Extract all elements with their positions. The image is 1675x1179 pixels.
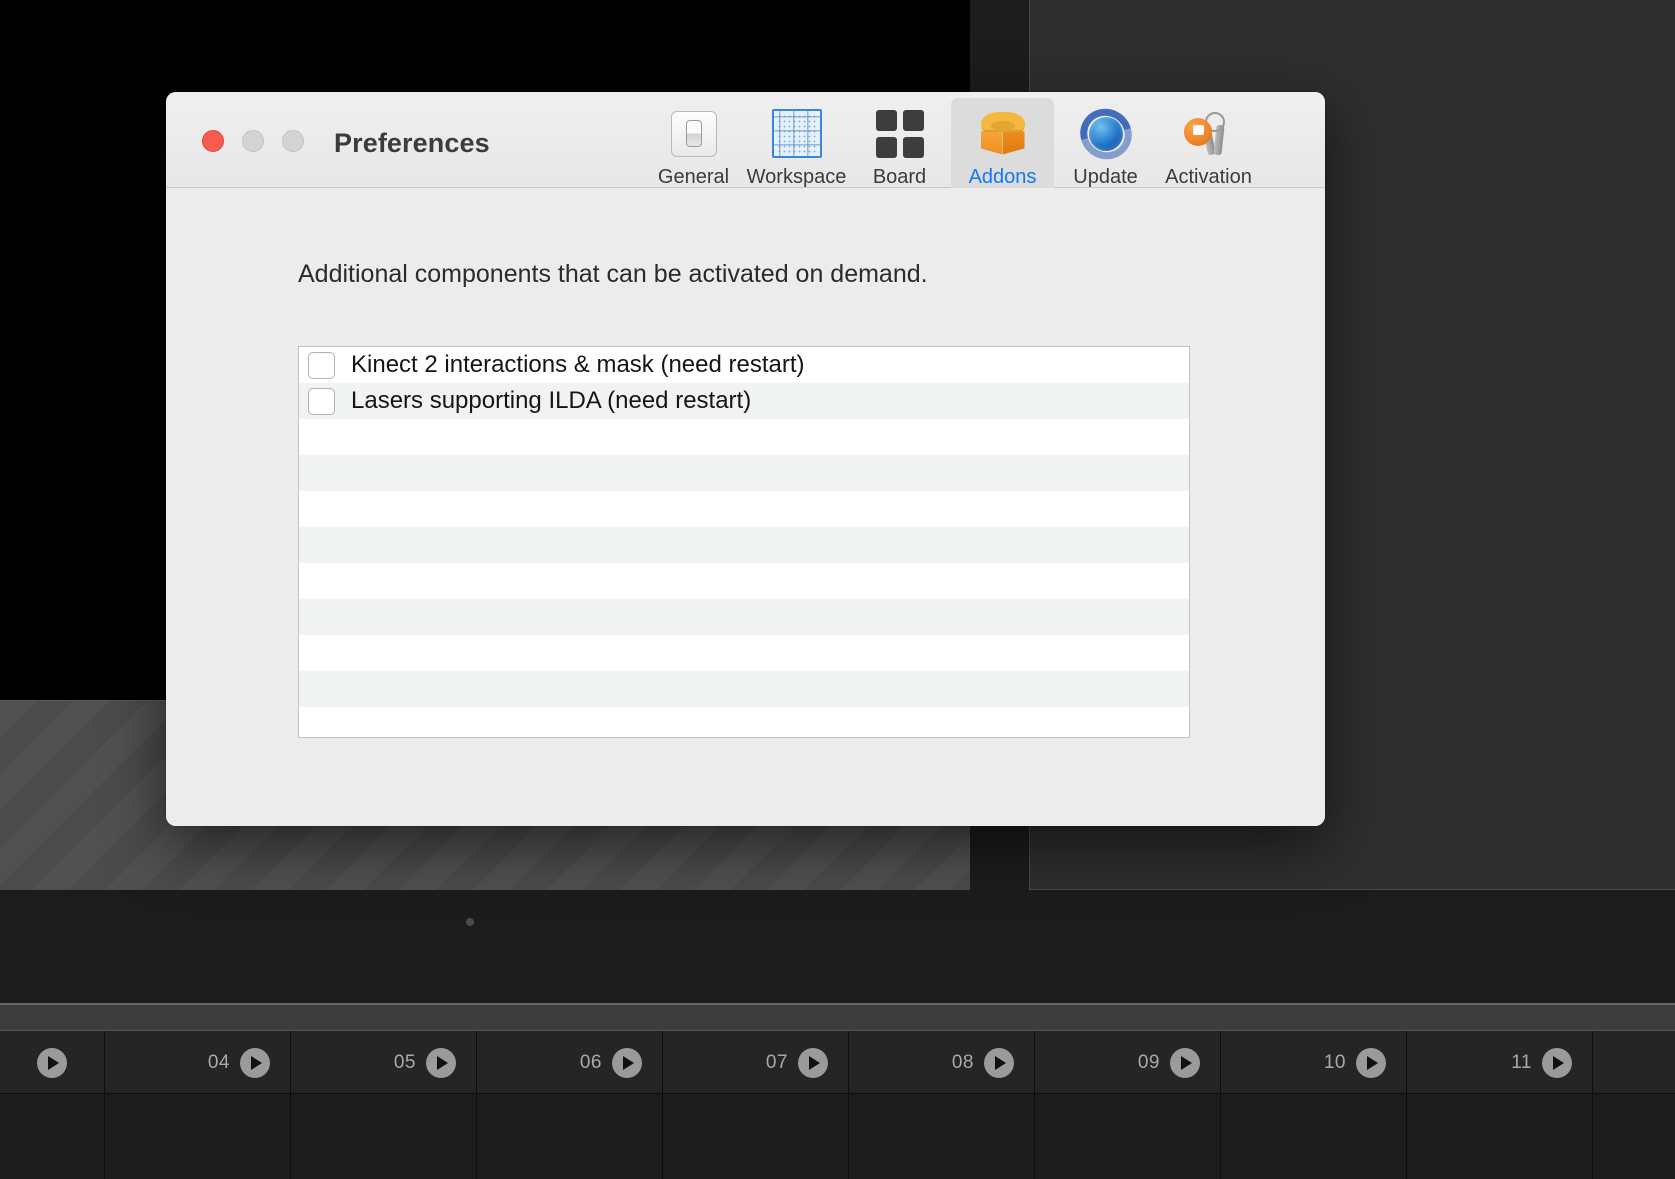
play-icon[interactable] [798, 1047, 828, 1078]
timeline-cell[interactable]: 04 [105, 1031, 291, 1094]
timeline-cell-number: 09 [1137, 1051, 1160, 1073]
timeline-cell[interactable]: 05 [291, 1031, 477, 1094]
addon-checkbox-lasers[interactable] [308, 387, 335, 415]
preferences-toolbar: General Workspace Board Addons Update Ac… [642, 98, 1260, 195]
play-icon[interactable] [426, 1047, 456, 1078]
timeline-cell-number: 06 [579, 1051, 602, 1073]
timeline-cell-number: 11 [1511, 1051, 1532, 1073]
timeline-lower-cell[interactable] [291, 1094, 477, 1179]
timeline-cell-number: 05 [393, 1051, 416, 1073]
timeline-cell-number: 04 [207, 1051, 230, 1073]
addon-label-kinect: Kinect 2 interactions & mask (need resta… [351, 351, 805, 378]
play-icon[interactable] [984, 1047, 1014, 1078]
tab-update[interactable]: Update [1054, 98, 1157, 195]
tab-activation[interactable]: Activation [1157, 98, 1260, 195]
timeline-cell[interactable]: 06 [477, 1031, 663, 1094]
timeline-cell[interactable] [0, 1031, 105, 1094]
play-icon[interactable] [1542, 1047, 1572, 1078]
play-icon[interactable] [240, 1047, 270, 1078]
list-item[interactable]: Kinect 2 interactions & mask (need resta… [299, 347, 1189, 383]
globe-refresh-icon [1070, 98, 1141, 169]
timeline-ruler[interactable] [0, 1005, 1675, 1031]
timeline-cell[interactable]: 09 [1035, 1031, 1221, 1094]
addons-pane: Additional components that can be activa… [166, 188, 1325, 826]
timeline-cell-number: 10 [1323, 1051, 1346, 1073]
list-item-empty [299, 455, 1189, 491]
timeline-lower-cell[interactable] [663, 1094, 849, 1179]
list-item-empty [299, 635, 1189, 671]
timeline-lower-track [0, 1094, 1675, 1179]
timeline-cell[interactable]: 11 [1407, 1031, 1593, 1094]
zoom-button[interactable] [282, 130, 304, 152]
minimize-button[interactable] [242, 130, 264, 152]
list-item-empty [299, 707, 1189, 737]
background-lower-area [0, 890, 1675, 1003]
timeline-lower-cell[interactable] [105, 1094, 291, 1179]
tab-activation-label: Activation [1165, 166, 1252, 188]
timeline-lower-cell[interactable] [1221, 1094, 1407, 1179]
dotted-grid-icon [771, 106, 822, 161]
list-item-empty [299, 491, 1189, 527]
play-icon[interactable] [1170, 1047, 1200, 1078]
list-item-empty [299, 527, 1189, 563]
addon-checkbox-kinect[interactable] [308, 351, 335, 379]
toggle-switch-icon [670, 106, 717, 161]
timeline-lower-cell[interactable] [1407, 1094, 1593, 1179]
play-icon[interactable] [1356, 1047, 1386, 1078]
traffic-lights [202, 130, 304, 152]
addon-label-lasers: Lasers supporting ILDA (need restart) [351, 387, 752, 414]
screen: Preferences General Workspace Board Addo… [0, 0, 1675, 1179]
timeline-cell[interactable]: 08 [849, 1031, 1035, 1094]
timeline-lower-cell[interactable] [1035, 1094, 1221, 1179]
timeline-track: 04 05 06 07 08 09 10 11 [0, 1031, 1675, 1094]
four-squares-icon [875, 106, 924, 161]
tab-board-label: Board [872, 166, 927, 188]
window-title: Preferences [334, 128, 490, 158]
canvas-center-dot-icon [466, 918, 474, 926]
orange-box-icon [977, 106, 1029, 161]
play-icon[interactable] [37, 1047, 67, 1078]
list-item-empty [299, 599, 1189, 635]
tab-board[interactable]: Board [848, 98, 951, 195]
addons-list[interactable]: Kinect 2 interactions & mask (need resta… [298, 346, 1190, 738]
timeline-cell-number: 07 [765, 1051, 788, 1073]
list-item-empty [299, 419, 1189, 455]
list-item[interactable]: Lasers supporting ILDA (need restart) [299, 383, 1189, 419]
preferences-window: Preferences General Workspace Board Addo… [166, 92, 1325, 826]
tab-workspace-label: Workspace [746, 166, 847, 188]
tab-general[interactable]: General [642, 98, 745, 195]
timeline-lower-cell[interactable] [849, 1094, 1035, 1179]
timeline-cell[interactable]: 07 [663, 1031, 849, 1094]
timeline-lower-cell[interactable] [0, 1094, 105, 1179]
tab-addons-label: Addons [968, 166, 1037, 188]
tab-general-label: General [657, 166, 730, 188]
window-titlebar: Preferences General Workspace Board Addo… [166, 92, 1325, 195]
tab-addons[interactable]: Addons [951, 98, 1054, 195]
tab-update-label: Update [1073, 166, 1138, 188]
addons-description: Additional components that can be activa… [298, 260, 928, 288]
list-item-empty [299, 671, 1189, 707]
timeline-cell[interactable]: 10 [1221, 1031, 1407, 1094]
tab-workspace[interactable]: Workspace [745, 98, 848, 195]
list-item-empty [299, 563, 1189, 599]
timeline-cell-number: 08 [951, 1051, 974, 1073]
play-icon[interactable] [612, 1047, 642, 1078]
close-button[interactable] [202, 130, 224, 152]
timeline-lower-cell[interactable] [477, 1094, 663, 1179]
keychain-lock-icon [1183, 106, 1235, 161]
